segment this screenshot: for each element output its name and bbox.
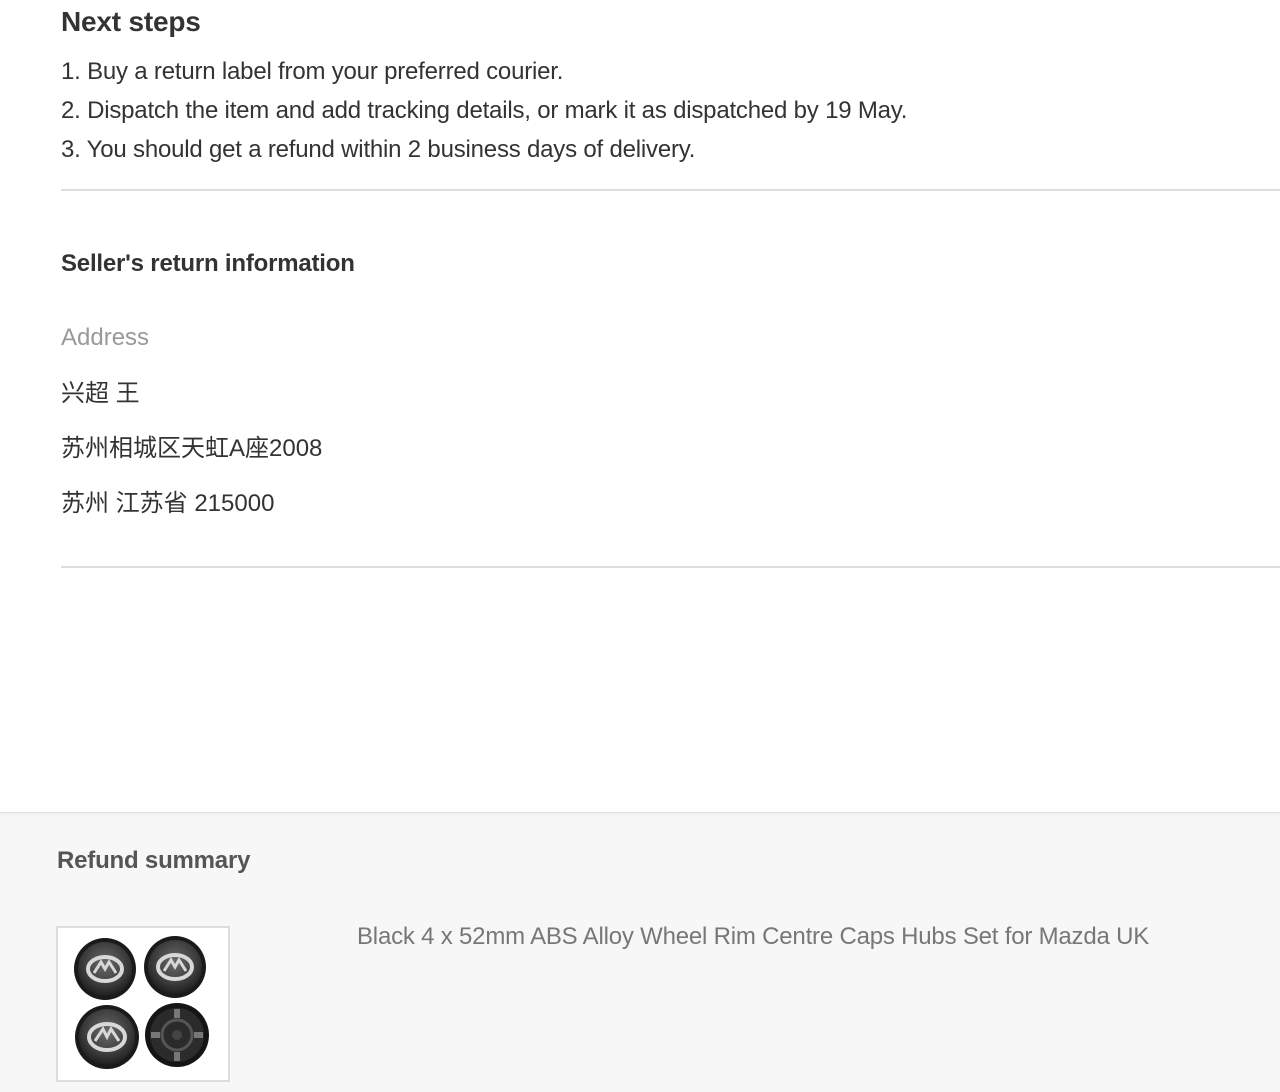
item-title-link[interactable]: Black 4 x 52mm ABS Alloy Wheel Rim Centr… (357, 923, 1149, 951)
cap-icon (144, 936, 206, 998)
section-divider (61, 189, 1280, 191)
next-step-item: 3. You should get a refund within 2 busi… (61, 136, 696, 163)
address-city-line: 苏州 江苏省 215000 (61, 490, 275, 517)
item-thumbnail[interactable] (56, 926, 230, 1082)
next-steps-list: 1. Buy a return label from your preferre… (61, 52, 907, 169)
refund-summary-title: Refund summary (57, 847, 251, 874)
address-name-line: 兴超 王 (61, 380, 140, 407)
next-step-item: 1. Buy a return label from your preferre… (61, 58, 564, 85)
refund-summary-panel: Refund summary Black 4 x 52mm ABS Alloy … (0, 812, 1280, 1092)
address-street-line: 苏州相城区天虹A座2008 (61, 435, 323, 462)
wheel-centre-caps-image-icon (74, 936, 209, 1069)
seller-return-title: Seller's return information (61, 250, 355, 277)
cap-icon (74, 938, 136, 1000)
cap-icon (75, 1005, 139, 1069)
next-step-item: 2. Dispatch the item and add tracking de… (61, 97, 908, 124)
cap-back-icon (145, 1003, 209, 1067)
next-steps-title: Next steps (61, 6, 201, 37)
section-divider (61, 566, 1280, 568)
address-label: Address (61, 324, 150, 351)
